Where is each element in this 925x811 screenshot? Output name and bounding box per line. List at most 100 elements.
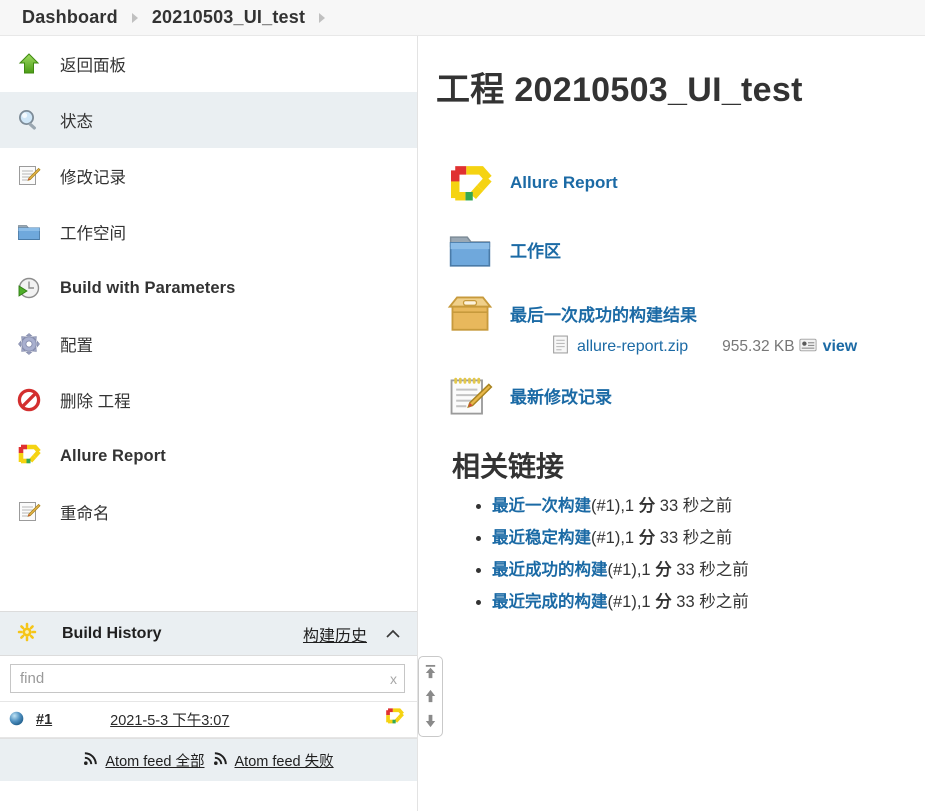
action-label[interactable]: 最新修改记录 xyxy=(510,388,612,407)
allure-logo-icon xyxy=(442,163,498,211)
artifact-size: 955.32 KB xyxy=(722,338,795,355)
main-content: 工程 20210503_UI_test Allure Report 工作区 最后… xyxy=(418,36,925,811)
related-links-heading: 相关链接 xyxy=(452,451,565,482)
up-arrow-green-icon xyxy=(16,51,42,77)
action-workspace[interactable]: 工作区 xyxy=(436,227,925,277)
notepad-pencil-icon xyxy=(16,499,42,525)
breadcrumb-item-project[interactable]: 20210503_UI_test xyxy=(152,7,305,28)
sidebar-item-changes[interactable]: 修改记录 xyxy=(0,148,417,204)
sidebar-item-label: 工作空间 xyxy=(60,225,126,243)
sidebar-item-delete-project[interactable]: 删除 工程 xyxy=(0,372,417,428)
atom-feed-failed-link[interactable]: Atom feed 失败 xyxy=(213,750,334,771)
breadcrumb-item-dashboard[interactable]: Dashboard xyxy=(22,7,118,28)
sidebar-bottom-filler xyxy=(0,781,417,811)
build-clock-icon xyxy=(16,275,42,301)
action-label[interactable]: 工作区 xyxy=(510,242,561,261)
package-box-icon xyxy=(442,291,498,339)
list-item: 最近完成的构建(#1),1 分 33 秒之前 xyxy=(492,591,925,615)
sidebar-item-label: 修改记录 xyxy=(60,169,126,187)
action-label[interactable]: 最后一次成功的构建结果 xyxy=(510,306,697,325)
rss-icon xyxy=(83,751,98,770)
atom-feed-all-label: Atom feed 全部 xyxy=(105,753,205,770)
sidebar-item-allure-report[interactable]: Allure Report xyxy=(0,428,417,484)
sidebar-item-label: 返回面板 xyxy=(60,57,126,75)
breadcrumb-separator-icon xyxy=(118,12,152,23)
delete-forbidden-icon xyxy=(16,387,42,413)
related-suffix-pre: (#1),1 xyxy=(607,592,656,611)
sidebar-item-label: 状态 xyxy=(60,113,93,131)
related-suffix-pre: (#1),1 xyxy=(591,528,639,547)
notepad-pencil-icon xyxy=(442,373,498,421)
sidebar-item-back-to-dashboard[interactable]: 返回面板 xyxy=(0,36,417,92)
build-history-row[interactable]: #1 2021-5-3 下午3:07 xyxy=(0,701,417,738)
related-suffix-unit: 分 xyxy=(638,497,656,515)
artifact-name-link[interactable]: allure-report.zip xyxy=(577,338,688,356)
action-label[interactable]: Allure Report xyxy=(510,173,618,192)
related-suffix-unit: 分 xyxy=(655,560,672,579)
scroll-up-icon[interactable] xyxy=(423,688,438,704)
build-history-link[interactable]: 构建历史 xyxy=(303,622,367,646)
related-links-list: 最近一次构建(#1),1 分 33 秒之前 最近稳定构建(#1),1 分 33 … xyxy=(470,495,925,615)
build-date-link[interactable]: 2021-5-3 下午3:07 xyxy=(110,709,229,730)
build-history-panel: Build History 构建历史 x xyxy=(0,611,417,811)
atom-feed-footer: Atom feed 全部 Atom feed 失败 xyxy=(0,738,417,781)
related-link[interactable]: 最近稳定构建 xyxy=(492,529,591,547)
page-title: 工程 20210503_UI_test xyxy=(436,71,803,109)
notepad-pencil-icon xyxy=(16,163,42,189)
scroll-to-top-icon[interactable] xyxy=(423,664,438,680)
atom-feed-failed-label: Atom feed 失败 xyxy=(234,753,334,770)
related-suffix-pre: (#1),1 xyxy=(607,560,656,579)
build-number-link[interactable]: #1 xyxy=(36,712,52,728)
sidebar-item-label: Build with Parameters xyxy=(60,278,236,297)
folder-blue-icon xyxy=(442,227,498,275)
sidebar-item-workspace[interactable]: 工作空间 xyxy=(0,204,417,260)
sidebar-item-label: 配置 xyxy=(60,337,93,355)
scroll-down-icon[interactable] xyxy=(423,713,438,729)
allure-logo-icon xyxy=(16,443,42,469)
build-status-blue-ball-icon xyxy=(8,710,28,730)
chevron-up-icon[interactable] xyxy=(383,624,403,644)
page-body: 返回面板 状态 修改记录 工作空间 Build with Parameters … xyxy=(0,36,925,811)
related-link[interactable]: 最近成功的构建 xyxy=(492,561,608,579)
related-link[interactable]: 最近完成的构建 xyxy=(492,593,608,611)
atom-feed-all-link[interactable]: Atom feed 全部 xyxy=(83,750,205,771)
folder-blue-icon xyxy=(16,219,42,245)
sidebar-item-rename[interactable]: 重命名 xyxy=(0,484,417,540)
allure-logo-icon[interactable] xyxy=(384,707,405,733)
related-suffix-pre: (#1),1 xyxy=(591,497,639,515)
sidebar-item-label: Allure Report xyxy=(60,446,166,465)
build-history-find-input[interactable] xyxy=(10,664,405,693)
breadcrumb-separator-icon-2 xyxy=(305,12,339,23)
related-suffix-post: 33 秒之前 xyxy=(655,528,733,547)
breadcrumb: Dashboard 20210503_UI_test xyxy=(0,0,925,36)
build-history-scroller[interactable] xyxy=(418,656,443,737)
related-suffix-unit: 分 xyxy=(655,592,672,611)
artifact-row: allure-report.zip 955.32 KB view xyxy=(552,335,857,359)
related-suffix-post: 33 秒之前 xyxy=(655,497,733,515)
magnifier-icon xyxy=(16,107,42,133)
related-link[interactable]: 最近一次构建 xyxy=(492,497,591,515)
sidebar-item-build-with-parameters[interactable]: Build with Parameters xyxy=(0,260,417,316)
related-suffix-post: 33 秒之前 xyxy=(671,592,749,611)
build-history-find-row: x xyxy=(0,656,417,701)
sidebar: 返回面板 状态 修改记录 工作空间 Build with Parameters … xyxy=(0,36,418,811)
clear-icon[interactable]: x xyxy=(390,672,397,686)
sidebar-item-status[interactable]: 状态 xyxy=(0,92,417,148)
action-recent-changes[interactable]: 最新修改记录 xyxy=(436,373,925,423)
view-window-icon xyxy=(799,338,817,357)
action-allure-report[interactable]: Allure Report xyxy=(436,163,925,213)
rss-icon xyxy=(213,751,228,770)
list-item: 最近成功的构建(#1),1 分 33 秒之前 xyxy=(492,559,925,583)
related-suffix-post: 33 秒之前 xyxy=(671,560,749,579)
artifact-view-link[interactable]: view xyxy=(823,338,858,356)
sidebar-item-label: 删除 工程 xyxy=(60,393,131,411)
related-suffix-unit: 分 xyxy=(638,528,656,547)
sun-gear-icon xyxy=(16,621,42,647)
project-actions: Allure Report 工作区 最后一次成功的构建结果 allure-rep… xyxy=(436,163,925,423)
gear-icon xyxy=(16,331,42,357)
list-item: 最近一次构建(#1),1 分 33 秒之前 xyxy=(492,495,925,519)
sidebar-item-label: 重命名 xyxy=(60,505,110,523)
list-item: 最近稳定构建(#1),1 分 33 秒之前 xyxy=(492,527,925,551)
build-history-header: Build History 构建历史 xyxy=(0,612,417,656)
sidebar-item-configure[interactable]: 配置 xyxy=(0,316,417,372)
